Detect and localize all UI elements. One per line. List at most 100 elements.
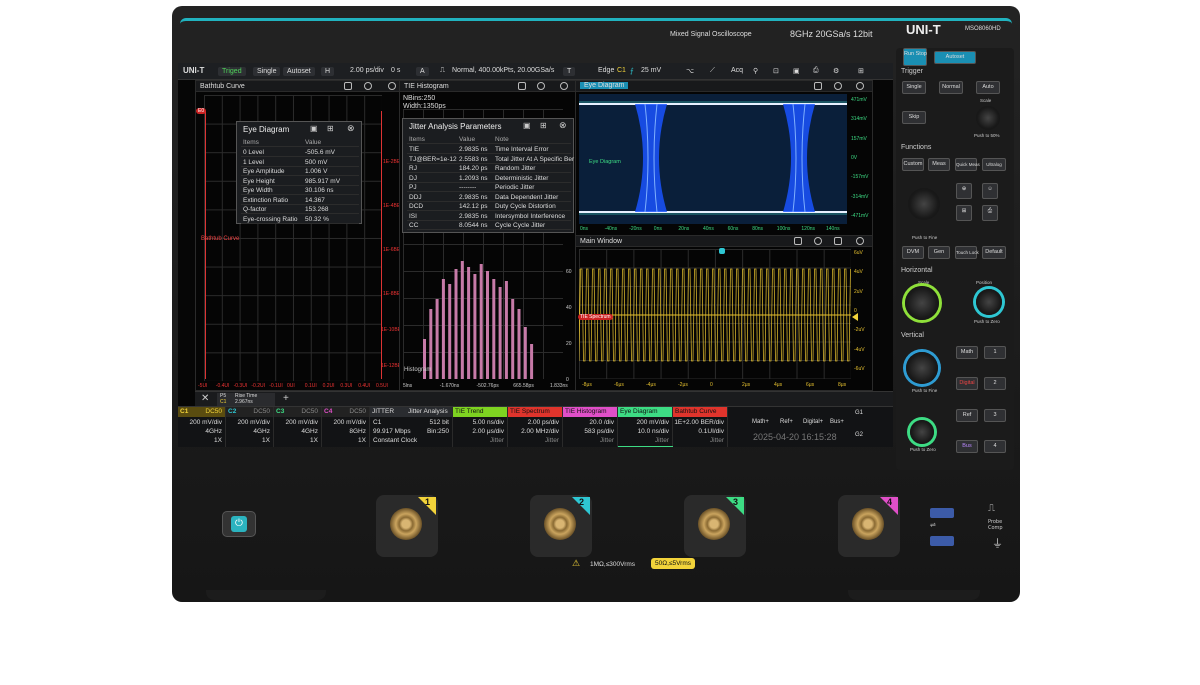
acq-button[interactable]: Acq	[731, 67, 743, 74]
trigger-level[interactable]: 25 mV	[641, 67, 661, 74]
jitter-box[interactable]: JITTER Jitter Analysis C1 512 bit 99.917…	[370, 407, 453, 447]
math-box[interactable]: TIE Trend 5.00 ns/div 2.00 μs/div Jitter	[453, 407, 508, 447]
channel-box-c1[interactable]: C1 DC50 200 mV/div 4GHz 1X	[178, 407, 226, 447]
add-icon[interactable]: +	[283, 393, 289, 404]
settings-icon[interactable]	[364, 82, 372, 90]
ch1-button[interactable]: 1	[984, 346, 1006, 359]
math-box[interactable]: TIE Histogram 20.0 /div 583 ps/div Jitter	[563, 407, 618, 447]
touch-lock-button[interactable]: Touch Lock	[955, 246, 979, 259]
timebase[interactable]: 2.00 ps/div	[350, 67, 384, 74]
close-icon[interactable]	[856, 237, 864, 245]
math-box[interactable]: Bathtub Curve 1E+2.00 BER/div 0.1UI/div Jit…	[673, 407, 728, 447]
search-icon[interactable]: ⚲	[753, 67, 758, 75]
jitter-params-dialog[interactable]: Jitter Analysis Parameters ▣ ⊞ ⊗ Items V…	[402, 118, 574, 233]
maximize-icon[interactable]	[344, 82, 352, 90]
close-icon[interactable]: ⊗	[347, 123, 355, 134]
autoset-button[interactable]: Autoset	[283, 67, 315, 76]
save-icon[interactable]: ▣	[310, 124, 318, 133]
print-icon[interactable]: ⎙	[813, 67, 819, 75]
grid-icon[interactable]: ⊞	[327, 124, 334, 133]
grid-icon[interactable]: ⊞	[540, 121, 547, 130]
settings-icon[interactable]	[537, 82, 545, 90]
auto-button[interactable]: Auto	[976, 81, 1000, 94]
g2-button[interactable]: G2	[855, 432, 863, 438]
channel-input-3[interactable]: 3	[684, 495, 746, 557]
trigger-level-knob[interactable]	[976, 106, 1000, 130]
save-icon[interactable]: ▣	[793, 67, 800, 75]
usb-port[interactable]	[930, 536, 954, 546]
horizontal-label[interactable]: H	[321, 67, 335, 76]
user-button[interactable]: ☺	[982, 183, 998, 199]
zoom-icon[interactable]	[794, 237, 802, 245]
default-button[interactable]: Default	[982, 246, 1006, 259]
time-offset[interactable]: 0 s	[391, 67, 400, 74]
trigged-status[interactable]: Triged	[218, 67, 246, 76]
bus-add-button[interactable]: Bus+	[830, 419, 844, 425]
single-button[interactable]: Single	[902, 81, 926, 94]
save-icon[interactable]: ▣	[523, 121, 531, 130]
channel-input-2[interactable]: 2	[530, 495, 592, 557]
ramp-icon[interactable]: ⟋	[710, 67, 715, 75]
cursor-icon[interactable]: ⊡	[773, 67, 779, 75]
grid-button[interactable]: ⊞	[956, 205, 972, 221]
dvm-button[interactable]: DVM	[902, 246, 924, 259]
math-box[interactable]: TIE Spectrum 2.00 ps/div 2.00 MHz/div Jitte…	[508, 407, 563, 447]
vertical-position-knob[interactable]	[910, 420, 934, 444]
maximize-icon[interactable]	[518, 82, 526, 90]
vertical-scale-knob[interactable]	[906, 352, 938, 384]
digital-button[interactable]: Digital	[956, 377, 978, 390]
trigger-type[interactable]: Edge	[598, 67, 614, 74]
ch3-button[interactable]: 3	[984, 409, 1006, 422]
close-icon[interactable]	[560, 82, 568, 90]
eye-params-dialog[interactable]: Eye Diagram ▣ ⊞ ⊗ Items Value 0 Level -50…	[236, 121, 362, 224]
settings-icon[interactable]: ⚙	[833, 67, 839, 75]
trigger-label[interactable]: T	[563, 67, 576, 76]
custom-button[interactable]: Custom	[902, 158, 924, 171]
ch2-button[interactable]: 2	[984, 377, 1006, 390]
run-stop-button[interactable]: Run Stop	[903, 48, 927, 66]
acq-label[interactable]: A	[416, 67, 429, 76]
print-button[interactable]: ⎙	[982, 205, 998, 221]
maximize-icon[interactable]	[834, 237, 842, 245]
channel-box-c2[interactable]: C2 DC50 200 mV/div 4GHz 1X	[226, 407, 274, 447]
horizontal-position-knob[interactable]	[976, 289, 1002, 315]
settings-icon[interactable]	[834, 82, 842, 90]
ref-add-button[interactable]: Ref+	[780, 419, 793, 425]
usb-port[interactable]	[930, 508, 954, 518]
meas-button[interactable]: Meas	[928, 158, 950, 171]
channel-input-1[interactable]: 1	[376, 495, 438, 557]
close-icon[interactable]	[856, 82, 864, 90]
ref-button[interactable]: Ref	[956, 409, 978, 422]
normal-button[interactable]: Normal	[939, 81, 963, 94]
skip-button[interactable]: Skip	[902, 111, 926, 124]
acquisition-info[interactable]: Normal, 400.00kPts, 20.00GSa/s	[452, 67, 554, 74]
search-icon[interactable]	[814, 237, 822, 245]
close-icon[interactable]: ⊗	[559, 120, 567, 131]
channel-box-c4[interactable]: C4 DC50 200 mV/div 8GHz 1X	[322, 407, 370, 447]
cursor-button[interactable]: ⊕	[956, 183, 972, 199]
measure-icon[interactable]: ⌥	[686, 67, 694, 75]
ch4-button[interactable]: 4	[984, 440, 1006, 453]
channel-input-4[interactable]: 4	[838, 495, 900, 557]
quick-meas-button[interactable]: Quick Meas	[955, 158, 980, 171]
gen-button[interactable]: Gen	[928, 246, 950, 259]
autoset-button[interactable]: Autoset	[934, 51, 976, 64]
digital-add-button[interactable]: Digital+	[803, 419, 823, 425]
maximize-icon[interactable]	[814, 82, 822, 90]
bus-button[interactable]: Bus	[956, 440, 978, 453]
multipurpose-knob[interactable]	[908, 188, 940, 220]
dismiss-icon[interactable]: ✕	[201, 393, 209, 404]
measure-tab[interactable]: P5 C1 Rise Time 2.967ns	[217, 393, 275, 406]
ultralog-button[interactable]: Ultralog	[982, 158, 1006, 171]
menu-icon[interactable]: ⊞	[858, 67, 864, 75]
g1-button[interactable]: G1	[855, 410, 863, 416]
close-icon[interactable]	[388, 82, 396, 90]
single-button[interactable]: Single	[253, 67, 281, 76]
power-button[interactable]: ⏻	[222, 511, 256, 537]
math-box[interactable]: Eye Diagram 200 mV/div 10.0 ns/div Jitter	[618, 407, 673, 447]
channel-box-c3[interactable]: C3 DC50 200 mV/div 4GHz 1X	[274, 407, 322, 447]
horizontal-scale-knob[interactable]	[905, 286, 939, 320]
math-button[interactable]: Math	[956, 346, 978, 359]
math-add-button[interactable]: Math+	[752, 419, 769, 425]
trigger-source[interactable]: C1	[617, 67, 626, 74]
